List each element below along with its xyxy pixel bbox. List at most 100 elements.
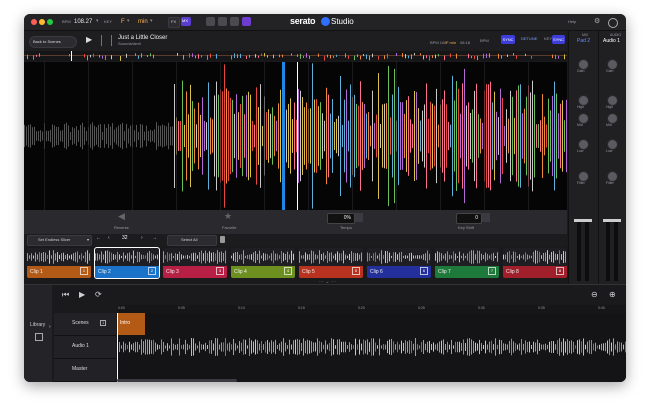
audio-lane-waveform bbox=[117, 338, 626, 356]
bpm-arrow-icon[interactable]: ▾ bbox=[96, 19, 99, 24]
clip-tools-row: Set Endless Slicer ▾ ← ‹ 32 › → Select A… bbox=[24, 234, 567, 246]
prev-arrow-icon[interactable]: ← bbox=[96, 236, 101, 241]
endless-slicer-dropdown[interactable]: Set Endless Slicer ▾ bbox=[27, 235, 92, 246]
audio-name: Audio 1 bbox=[603, 38, 620, 44]
clip-start-marker[interactable] bbox=[282, 62, 285, 210]
audio-fader[interactable] bbox=[603, 219, 621, 222]
ruler-tick: 0:00 bbox=[118, 306, 125, 310]
loop-icon[interactable]: ⟳ bbox=[95, 291, 102, 299]
key-sync-button[interactable]: SYNC bbox=[552, 35, 565, 44]
clip-number: 6 bbox=[420, 267, 428, 275]
piano-roll-icon[interactable] bbox=[242, 17, 251, 26]
zoom-in-icon[interactable]: ⊕ bbox=[609, 291, 616, 299]
app-window: BPM 108.27 ▾ KEY F ▾ min ▾ FX MX serato … bbox=[24, 14, 626, 382]
key-value[interactable]: F bbox=[121, 19, 125, 25]
high-label: High bbox=[577, 105, 585, 109]
skip-back-icon[interactable]: ⏮ bbox=[62, 291, 69, 299]
ruler-tick: 0:15 bbox=[298, 306, 305, 310]
arranger-play-icon[interactable]: ▶ bbox=[79, 291, 85, 299]
library-icon bbox=[35, 333, 43, 341]
main-waveform[interactable] bbox=[24, 62, 567, 210]
key-shift-field[interactable]: 0 bbox=[456, 213, 482, 224]
track-header-scenes[interactable]: Scenes 1 bbox=[54, 313, 116, 336]
pad-name: Pad 2 bbox=[577, 38, 591, 44]
zoom-window-button[interactable] bbox=[47, 19, 53, 25]
pad-fader[interactable] bbox=[574, 219, 592, 222]
detune-label[interactable]: DETUNE bbox=[521, 37, 537, 41]
metronome-icon[interactable] bbox=[230, 17, 239, 26]
top-bar: BPM 108.27 ▾ KEY F ▾ min ▾ FX MX serato … bbox=[24, 14, 626, 31]
cue-icon[interactable] bbox=[101, 35, 112, 46]
favorite-label: Favorite bbox=[222, 225, 237, 230]
bpm-value[interactable]: 108.27 bbox=[74, 19, 92, 25]
library-expand-icon[interactable]: › bbox=[49, 325, 51, 330]
clip-pad-8[interactable]: Clip 8 8 bbox=[503, 248, 567, 278]
keys-icon[interactable] bbox=[218, 17, 227, 26]
track-header-master[interactable]: Master bbox=[54, 359, 116, 382]
fx-button[interactable]: FX bbox=[168, 17, 180, 28]
audio-title: AUDIO bbox=[610, 33, 622, 37]
mid-label: Mid bbox=[577, 123, 583, 127]
playhead[interactable] bbox=[297, 62, 298, 210]
clip-pad-3[interactable]: Clip 3 3 bbox=[163, 248, 227, 278]
clip-number: 4 bbox=[284, 267, 292, 275]
filter-label: Filter bbox=[577, 181, 585, 185]
select-all-button[interactable]: Select All bbox=[167, 235, 217, 246]
slice-count: 32 bbox=[122, 235, 128, 241]
clip-pad-6[interactable]: Clip 6 6 bbox=[367, 248, 431, 278]
reverse-icon[interactable]: ◀ bbox=[118, 212, 125, 221]
arranger-playhead[interactable] bbox=[117, 313, 118, 382]
track-header-audio-1[interactable]: Audio 1 bbox=[54, 336, 116, 359]
drums-icon[interactable] bbox=[206, 17, 215, 26]
mx-button[interactable]: MX bbox=[181, 17, 191, 26]
tempo-label: Tempo bbox=[340, 225, 353, 230]
key-tag: KEY bbox=[544, 36, 553, 41]
bpm-label: BPM bbox=[62, 19, 71, 24]
next-arrow-icon[interactable]: → bbox=[152, 236, 157, 241]
track-time: 08:18 bbox=[460, 40, 471, 45]
track-lanes[interactable]: Intro bbox=[117, 313, 626, 382]
zoom-out-icon[interactable]: ⊖ bbox=[591, 291, 598, 299]
ruler-tick: 0:20 bbox=[358, 306, 365, 310]
increase-icon[interactable]: › bbox=[141, 236, 143, 241]
reverse-label: Reverse bbox=[114, 225, 129, 230]
key-arrow-icon[interactable]: ▾ bbox=[127, 19, 130, 24]
track-artist: Sounds/devil bbox=[118, 41, 141, 46]
clip-pad-7[interactable]: Clip 7 7 bbox=[435, 248, 499, 278]
tempo-stepper[interactable] bbox=[355, 213, 363, 222]
key-mode[interactable]: min bbox=[138, 19, 148, 25]
mixer-panel: MIX Pad 2 AUDIO Audio 1 Gain Gain High High… bbox=[568, 31, 626, 284]
mix-title: MIX bbox=[582, 33, 589, 37]
tempo-field[interactable]: 0% bbox=[327, 213, 355, 224]
clip-label: Clip 6 bbox=[370, 269, 383, 275]
back-to-scenes-button[interactable]: Back to Scenes bbox=[29, 36, 77, 48]
clip-number: 5 bbox=[352, 267, 360, 275]
scene-block-intro[interactable]: Intro bbox=[117, 313, 145, 335]
track-key: F min bbox=[446, 40, 456, 45]
clip-pad-1[interactable]: Clip 1 1 bbox=[27, 248, 91, 278]
close-window-button[interactable] bbox=[31, 19, 37, 25]
minimize-window-button[interactable] bbox=[39, 19, 45, 25]
sync-button[interactable]: SYNC bbox=[501, 35, 515, 44]
clip-pad-4[interactable]: Clip 4 4 bbox=[231, 248, 295, 278]
trash-icon[interactable] bbox=[220, 236, 225, 243]
clip-label: Clip 5 bbox=[302, 269, 315, 275]
settings-gear-icon[interactable]: ⚙ bbox=[594, 18, 600, 25]
decrease-icon[interactable]: ‹ bbox=[108, 236, 110, 241]
filter-label: Filter bbox=[606, 181, 614, 185]
play-icon[interactable]: ▶ bbox=[86, 36, 92, 44]
library-tab[interactable]: Library › bbox=[24, 285, 52, 382]
overview-strip[interactable] bbox=[24, 51, 567, 61]
account-avatar-icon[interactable] bbox=[608, 18, 618, 28]
mid-label: Mid bbox=[606, 123, 612, 127]
bpm-tag: BPM bbox=[480, 38, 489, 43]
mode-arrow-icon[interactable]: ▾ bbox=[150, 19, 153, 24]
favorite-star-icon[interactable]: ★ bbox=[224, 212, 232, 221]
help-menu[interactable]: Help bbox=[568, 20, 576, 24]
clip-pad-2[interactable]: Clip 2 2 bbox=[94, 247, 160, 279]
key-shift-stepper[interactable] bbox=[482, 213, 490, 222]
clip-label: Clip 8 bbox=[506, 269, 519, 275]
horizontal-scrollbar[interactable] bbox=[117, 379, 237, 382]
clip-pad-5[interactable]: Clip 5 5 bbox=[299, 248, 363, 278]
serato-logo-icon bbox=[321, 17, 330, 26]
